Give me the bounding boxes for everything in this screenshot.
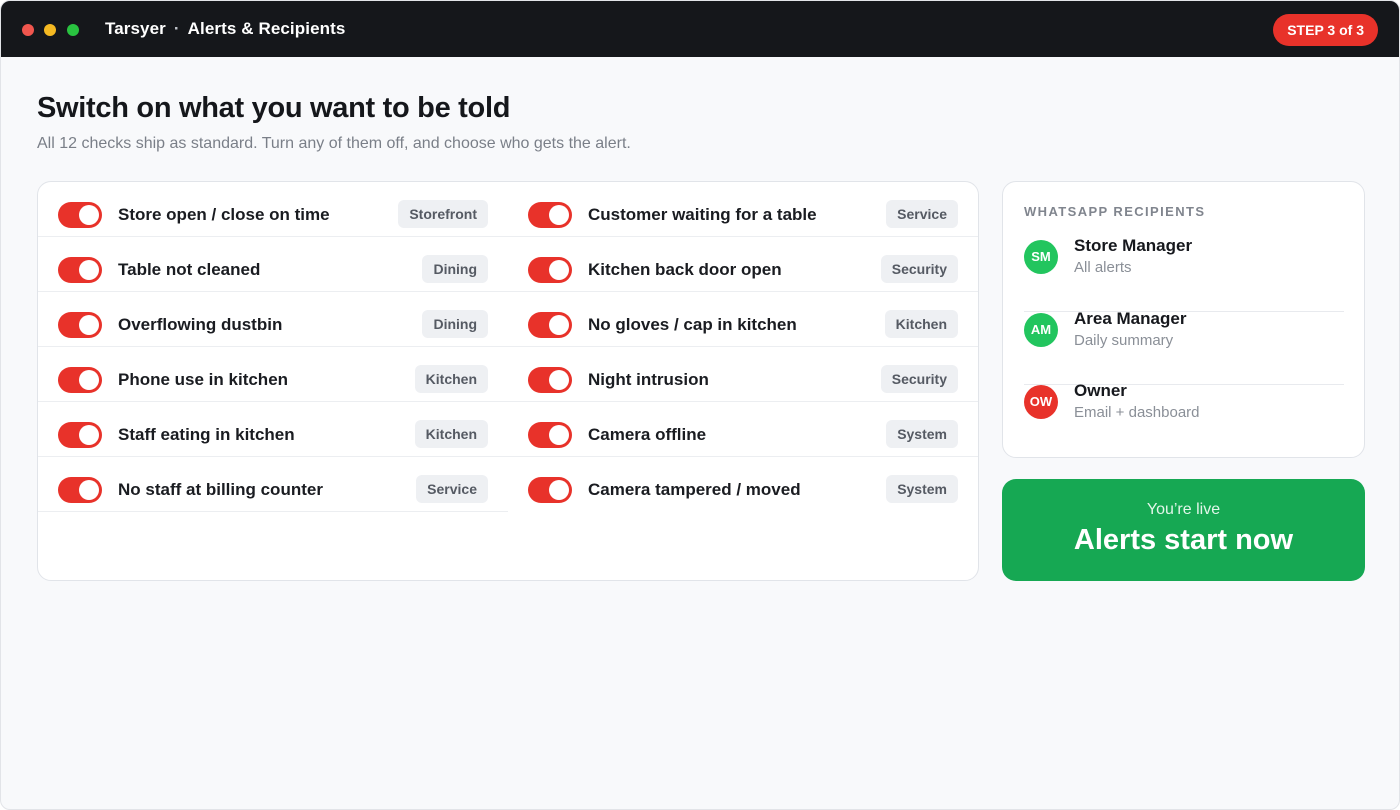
check-category-tag: Service	[416, 475, 488, 503]
check-category-tag: Dining	[422, 310, 488, 338]
recipient-name: Store Manager	[1074, 236, 1193, 255]
check-category-tag: Security	[880, 365, 958, 393]
checks-column-left: Store open / close on time Storefront Ta…	[38, 182, 508, 512]
close-window-button[interactable]	[22, 24, 34, 36]
recipient-delivery: Daily summary	[1074, 332, 1174, 349]
check-label: Night intrusion	[588, 370, 709, 389]
check-toggle[interactable]	[58, 367, 102, 393]
avatar: AM	[1024, 313, 1058, 347]
recipient-name: Owner	[1074, 381, 1127, 400]
recipient-name: Area Manager	[1074, 309, 1187, 328]
check-label: Camera tampered / moved	[588, 480, 801, 499]
check-category-tag: Security	[880, 255, 958, 283]
check-row: No staff at billing counter Service	[38, 457, 508, 512]
check-row: Table not cleaned Dining	[38, 237, 508, 292]
maximize-window-button[interactable]	[67, 24, 79, 36]
live-kicker: You’re live	[1146, 501, 1221, 518]
avatar: OW	[1024, 385, 1058, 419]
check-row: Camera offline System	[508, 402, 978, 457]
check-toggle[interactable]	[58, 202, 102, 228]
recipient-item[interactable]: AM Area Manager Daily summary	[1024, 309, 1344, 385]
window-title: Tarsyer · Alerts & Recipients	[105, 19, 345, 39]
check-category-tag: System	[886, 420, 958, 448]
check-label: No gloves / cap in kitchen	[588, 315, 797, 334]
title-separator: ·	[173, 19, 180, 38]
check-row: Kitchen back door open Security	[508, 237, 978, 292]
check-toggle[interactable]	[528, 422, 572, 448]
check-label: Customer waiting for a table	[588, 205, 817, 224]
check-row: Store open / close on time Storefront	[38, 182, 508, 237]
check-category-tag: System	[886, 475, 958, 503]
screen-name: Alerts & Recipients	[187, 19, 346, 38]
check-row: Customer waiting for a table Service	[508, 182, 978, 237]
check-label: Kitchen back door open	[588, 260, 782, 279]
recipient-item[interactable]: SM Store Manager All alerts	[1024, 236, 1344, 312]
check-label: Table not cleaned	[118, 260, 261, 279]
recipients-heading: WHATSAPP RECIPIENTS	[1024, 204, 1206, 219]
check-label: Store open / close on time	[118, 205, 330, 224]
check-toggle[interactable]	[58, 257, 102, 283]
recipient-delivery: Email + dashboard	[1074, 404, 1200, 421]
check-category-tag: Kitchen	[884, 310, 958, 338]
minimize-window-button[interactable]	[44, 24, 56, 36]
alerts-start-now-banner: You’re live Alerts start now	[1002, 479, 1365, 581]
check-label: Camera offline	[588, 425, 707, 444]
check-row: No gloves / cap in kitchen Kitchen	[508, 292, 978, 347]
check-label: Phone use in kitchen	[118, 370, 289, 389]
check-row: Night intrusion Security	[508, 347, 978, 402]
check-label: No staff at billing counter	[118, 480, 323, 499]
page-subtitle: All 12 checks ship as standard. Turn any…	[37, 135, 631, 152]
step-badge: STEP 3 of 3	[1273, 14, 1378, 46]
check-toggle[interactable]	[58, 312, 102, 338]
check-row: Overflowing dustbin Dining	[38, 292, 508, 347]
check-toggle[interactable]	[58, 477, 102, 503]
check-toggle[interactable]	[528, 202, 572, 228]
recipient-item[interactable]: OW Owner Email + dashboard	[1024, 381, 1344, 457]
check-category-tag: Dining	[422, 255, 488, 283]
check-toggle[interactable]	[528, 312, 572, 338]
check-toggle[interactable]	[528, 257, 572, 283]
recipient-delivery: All alerts	[1074, 259, 1132, 276]
checks-column-right: Customer waiting for a table Service Kit…	[508, 182, 978, 512]
check-label: Staff eating in kitchen	[118, 425, 295, 444]
check-row: Phone use in kitchen Kitchen	[38, 347, 508, 402]
app-window: Tarsyer · Alerts & Recipients STEP 3 of 3 …	[0, 0, 1400, 810]
check-label: Overflowing dustbin	[118, 315, 283, 334]
whatsapp-recipients-card: WHATSAPP RECIPIENTS SM Store Manager All…	[1002, 181, 1365, 458]
check-row: Camera tampered / moved System	[508, 457, 978, 512]
page-title: Switch on what you want to be told	[37, 92, 511, 124]
check-toggle[interactable]	[58, 422, 102, 448]
check-toggle[interactable]	[528, 477, 572, 503]
live-title: Alerts start now	[1073, 524, 1294, 556]
check-category-tag: Service	[886, 200, 958, 228]
app-name: Tarsyer	[105, 19, 166, 38]
check-toggle[interactable]	[528, 367, 572, 393]
check-category-tag: Kitchen	[414, 420, 488, 448]
alert-checks-card: Store open / close on time Storefront Ta…	[37, 181, 979, 581]
title-bar: Tarsyer · Alerts & Recipients STEP 3 of 3	[1, 1, 1399, 57]
check-row: Staff eating in kitchen Kitchen	[38, 402, 508, 457]
avatar: SM	[1024, 240, 1058, 274]
check-category-tag: Kitchen	[414, 365, 488, 393]
check-category-tag: Storefront	[398, 200, 488, 228]
